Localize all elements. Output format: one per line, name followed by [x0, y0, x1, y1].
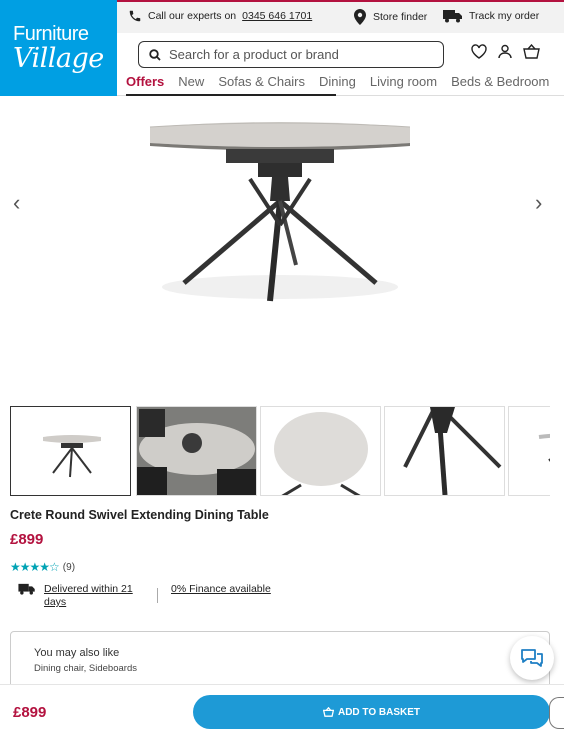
delivery-link[interactable]: Delivered within 21 days [44, 583, 133, 608]
product-main-image [149, 122, 411, 302]
product-title: Crete Round Swivel Extending Dining Tabl… [10, 508, 269, 522]
add-to-basket-label: ADD TO BASKET [337, 706, 421, 718]
phone-link[interactable]: 0345 646 1701 [242, 10, 312, 22]
thumbnail-3[interactable] [260, 406, 381, 496]
secondary-action-edge[interactable] [549, 697, 564, 729]
search-input[interactable]: Search for a product or brand [169, 47, 339, 62]
brand-line2: Village [13, 42, 104, 74]
heart-icon[interactable] [471, 44, 487, 59]
thumbnail-4[interactable] [384, 406, 505, 496]
nav-item-sofas-chairs[interactable]: Sofas & Chairs [218, 72, 305, 96]
thumbnail-strip [10, 406, 550, 496]
nav-item-offers[interactable]: Offers [126, 72, 164, 96]
delivery-truck-icon [443, 10, 462, 23]
also-like-heading: You may also like [34, 647, 120, 659]
nav-active-underline [126, 94, 336, 96]
nav-item-dining[interactable]: Dining [319, 72, 356, 96]
add-to-basket-button[interactable]: ADD TO BASKET [193, 695, 550, 729]
also-like-items: Dining chair, Sideboards [34, 663, 137, 674]
delivery-info[interactable]: Delivered within 21 days [18, 583, 154, 609]
footer-price: £899 [13, 704, 47, 721]
track-order-label: Track my order [469, 10, 540, 22]
chat-button[interactable] [510, 636, 554, 680]
store-finder[interactable]: Store finder [354, 9, 427, 25]
finance-link[interactable]: 0% Finance available [171, 583, 271, 595]
basket-icon[interactable] [523, 44, 540, 59]
location-pin-icon [354, 9, 366, 25]
phone-icon [129, 10, 141, 22]
store-finder-label: Store finder [373, 11, 428, 23]
product-rating[interactable]: ★★★★☆ (9) [10, 560, 75, 574]
finance-info[interactable]: 0% Finance available [171, 583, 271, 595]
thumbnail-5[interactable] [508, 406, 550, 496]
chat-bubble-icon [521, 649, 543, 667]
account-icon[interactable] [498, 44, 512, 59]
thumbnail-2[interactable] [136, 406, 257, 496]
review-count: (9) [62, 561, 76, 573]
you-may-also-like[interactable]: You may also like Dining chair, Sideboar… [10, 631, 550, 691]
track-order[interactable]: Track my order [443, 9, 539, 23]
utility-bar: Call our experts on 0345 646 1701 Store … [117, 2, 564, 33]
call-experts: Call our experts on 0345 646 1701 [128, 9, 312, 23]
main-nav: Offers New Sofas & Chairs Dining Living … [117, 72, 564, 96]
nav-item-beds-bedroom[interactable]: Beds & Bedroom [451, 72, 549, 96]
brand-line1: Furniture [13, 22, 89, 45]
nav-item-living-room[interactable]: Living room [370, 72, 437, 96]
star-rating-icon: ★★★★☆ [10, 560, 60, 574]
brand-logo[interactable]: Furniture Village [0, 0, 117, 96]
product-price: £899 [10, 531, 44, 548]
search-bar[interactable]: Search for a product or brand [138, 41, 444, 68]
sticky-footer: £899 ADD TO BASKET [0, 684, 564, 738]
thumbnail-1[interactable] [10, 406, 131, 496]
header-icons [471, 44, 540, 59]
search-icon [149, 48, 161, 61]
basket-icon [322, 707, 334, 717]
gallery-prev-button[interactable]: ‹ [13, 190, 20, 216]
gallery-next-button[interactable]: › [535, 190, 542, 216]
nav-item-new[interactable]: New [178, 72, 204, 96]
info-separator [157, 588, 158, 603]
delivery-truck-icon [18, 583, 35, 595]
call-label: Call our experts on [148, 10, 237, 22]
